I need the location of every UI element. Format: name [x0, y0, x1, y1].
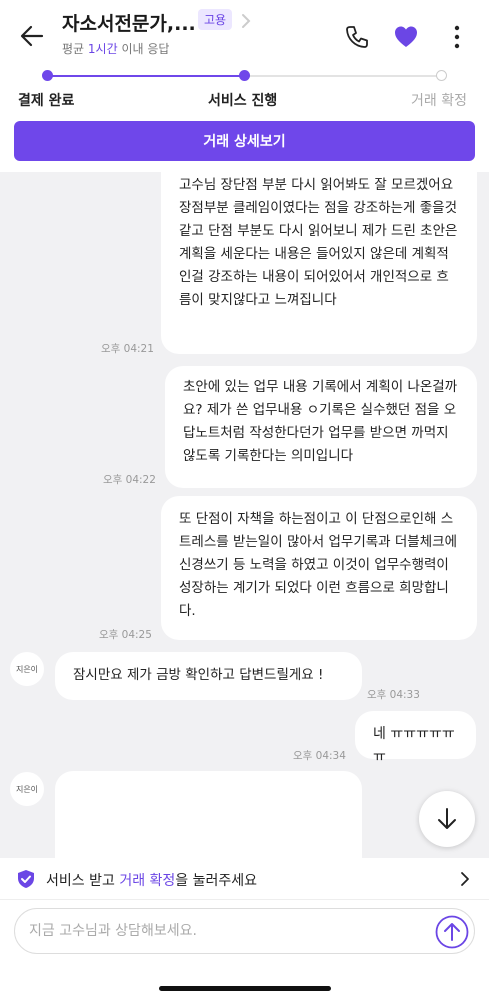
progress-track-pending [244, 75, 441, 77]
message-time: 오후 04:33 [367, 689, 420, 701]
notice-suffix: 을 눌러주세요 [175, 873, 258, 889]
scroll-down-button[interactable] [419, 791, 475, 847]
message-bubble [55, 771, 362, 858]
home-indicator [159, 986, 331, 991]
phone-icon[interactable] [344, 24, 370, 50]
message-bubble: 초안에 있는 업무 내용 기록에서 계획이 나온걸까요? 제가 쓴 업무내용 ㅇ… [165, 366, 477, 488]
chevron-right-icon[interactable] [239, 12, 253, 30]
shield-check-icon [18, 870, 34, 888]
step-dot-2 [239, 70, 250, 81]
message-time: 오후 04:22 [103, 474, 156, 486]
message-text: 초안에 있는 업무 내용 기록에서 계획이 나온걸까요? 제가 쓴 업무내용 ㅇ… [183, 379, 458, 464]
message-text: 또 단점이 자책을 하는점이고 이 단점으로인해 스트레스를 받는일이 많아서 … [179, 511, 457, 619]
progress-track-done [47, 75, 244, 77]
step-label-3: 거래 확정 [411, 93, 467, 109]
chat-messages[interactable]: 고수님 장단점 부분 다시 읽어봐도 잘 모르겠어요 장점부분 클레임이였다는 … [0, 172, 489, 858]
message-input[interactable] [29, 909, 429, 953]
back-arrow-icon[interactable] [18, 22, 46, 50]
message-time: 오후 04:25 [99, 629, 152, 641]
chat-header: 자소서전문가,... 고용 평균 1시간 이내 응답 [0, 0, 489, 62]
page-title[interactable]: 자소서전문가,... [62, 9, 196, 36]
notice-prefix: 서비스 받고 [46, 873, 120, 889]
arrow-down-icon [438, 808, 456, 829]
chevron-right-icon [461, 872, 469, 886]
step-dot-3 [436, 70, 447, 81]
more-vertical-icon[interactable] [449, 24, 465, 50]
send-arrow-up-icon[interactable] [435, 915, 469, 949]
step-label-2: 서비스 진행 [208, 93, 278, 109]
heart-icon[interactable] [393, 24, 419, 50]
hire-badge: 고용 [198, 9, 233, 30]
transaction-detail-button[interactable]: 거래 상세보기 [14, 121, 475, 161]
step-dot-1 [42, 70, 53, 81]
step-label-1: 결제 완료 [18, 93, 75, 109]
message-time: 오후 04:21 [101, 343, 154, 355]
message-bubble: 또 단점이 자책을 하는점이고 이 단점으로인해 스트레스를 받는일이 많아서 … [161, 496, 477, 640]
message-bubble: 네 ㅠㅠㅠㅠㅠㅠ [355, 711, 476, 765]
message-text: 네 ㅠㅠㅠㅠㅠㅠ [373, 726, 455, 765]
response-time-value: 1시간 [87, 42, 118, 56]
avatar[interactable]: 지은이 [10, 772, 44, 806]
message-text: 잠시만요 제가 금방 확인하고 답변드릴게요 ! [73, 667, 324, 683]
response-time-prefix: 평균 [62, 42, 88, 56]
message-bubble: 고수님 장단점 부분 다시 읽어봐도 잘 모르겠어요 장점부분 클레임이였다는 … [161, 172, 477, 354]
response-time-suffix: 이내 응답 [117, 42, 170, 56]
response-time: 평균 1시간 이내 응답 [62, 40, 169, 57]
message-bubble: 잠시만요 제가 금방 확인하고 답변드릴게요 ! [55, 652, 362, 700]
notice-text: 서비스 받고 거래 확정을 눌러주세요 [46, 870, 257, 890]
notice-accent: 거래 확정 [119, 873, 176, 889]
confirm-notice-bar[interactable]: 서비스 받고 거래 확정을 눌러주세요 [0, 858, 489, 900]
transaction-progress: 결제 완료 서비스 진행 거래 확정 [0, 62, 489, 116]
message-text: 고수님 장단점 부분 다시 읽어봐도 잘 모르겠어요 장점부분 클레임이였다는 … [179, 177, 458, 308]
message-composer [14, 908, 475, 954]
message-time: 오후 04:34 [293, 750, 346, 762]
avatar[interactable]: 지은이 [10, 652, 44, 686]
